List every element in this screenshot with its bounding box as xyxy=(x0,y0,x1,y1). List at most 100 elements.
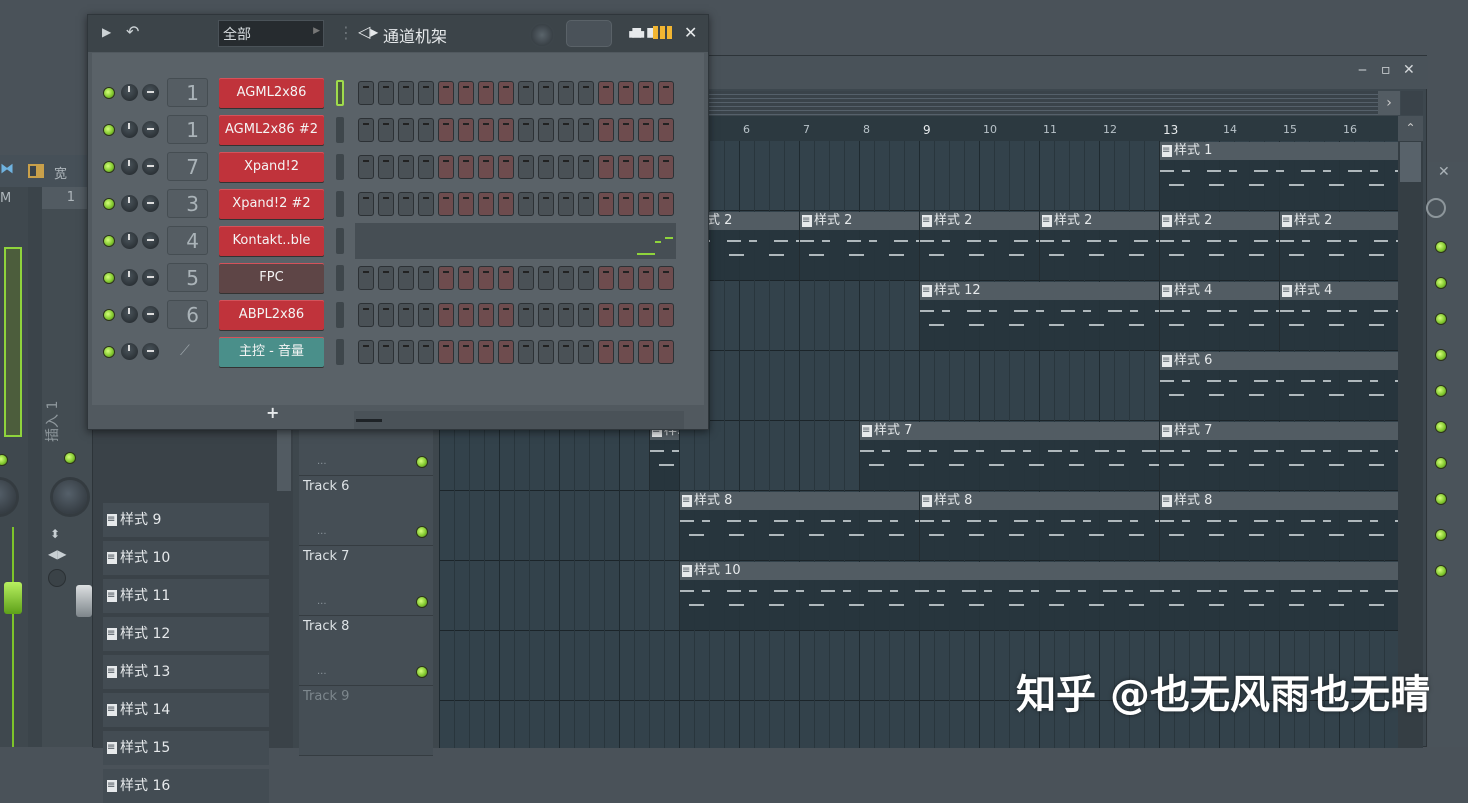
step-button[interactable] xyxy=(458,340,474,364)
step-button[interactable] xyxy=(358,303,374,327)
channel-name-button[interactable]: FPC xyxy=(219,263,324,293)
step-button[interactable] xyxy=(538,266,554,290)
channel-name-button[interactable]: ABPL2x86 xyxy=(219,300,324,330)
step-button[interactable] xyxy=(378,303,394,327)
playlist-clip[interactable]: 样式 12 xyxy=(919,282,1159,350)
step-button[interactable] xyxy=(558,155,574,179)
track-mute-led[interactable] xyxy=(417,527,427,537)
playlist-clip[interactable]: 样式 8 xyxy=(679,492,919,560)
channel-name-button[interactable]: Kontakt..ble x86 xyxy=(219,226,324,278)
step-button[interactable] xyxy=(358,81,374,105)
channel-pan-knob[interactable] xyxy=(142,269,159,286)
step-button[interactable] xyxy=(578,266,594,290)
swing-knob[interactable] xyxy=(529,22,555,48)
send-enable-led[interactable] xyxy=(1436,314,1446,324)
channel-name-button[interactable]: 主控 - 音量 xyxy=(219,337,324,367)
step-button[interactable] xyxy=(478,155,494,179)
clock-icon[interactable] xyxy=(1426,198,1446,218)
step-button[interactable] xyxy=(598,340,614,364)
send-enable-led[interactable] xyxy=(1436,530,1446,540)
step-button[interactable] xyxy=(378,155,394,179)
mixer-track-selector[interactable]: 6 xyxy=(167,300,208,329)
step-button[interactable] xyxy=(558,81,574,105)
step-button[interactable] xyxy=(418,266,434,290)
channel-select-indicator[interactable] xyxy=(336,302,344,328)
step-button[interactable] xyxy=(478,192,494,216)
channel-pan-knob[interactable] xyxy=(142,121,159,138)
track-header[interactable]: Track 7... xyxy=(299,546,433,616)
step-button[interactable] xyxy=(558,303,574,327)
step-button[interactable] xyxy=(598,118,614,142)
playlist-clip[interactable]: 样式 10 xyxy=(679,562,1398,630)
step-sequencer-icon[interactable] xyxy=(653,26,673,39)
channel-volume-knob[interactable] xyxy=(121,121,138,138)
send-enable-led[interactable] xyxy=(1436,386,1446,396)
channel-volume-knob[interactable] xyxy=(121,269,138,286)
master-fader-handle[interactable] xyxy=(4,582,22,614)
channel-mute-led[interactable] xyxy=(104,199,114,209)
step-button[interactable] xyxy=(398,155,414,179)
send-enable-led[interactable] xyxy=(1436,566,1446,576)
step-button[interactable] xyxy=(498,303,514,327)
channel-volume-knob[interactable] xyxy=(121,84,138,101)
step-button[interactable] xyxy=(498,340,514,364)
step-button[interactable] xyxy=(398,340,414,364)
send-enable-led[interactable] xyxy=(1436,278,1446,288)
step-button[interactable] xyxy=(598,155,614,179)
step-button[interactable] xyxy=(378,81,394,105)
step-button[interactable] xyxy=(378,118,394,142)
step-button[interactable] xyxy=(478,81,494,105)
step-button[interactable] xyxy=(538,118,554,142)
pattern-item[interactable]: 样式 11 xyxy=(103,579,269,613)
channel-mute-led[interactable] xyxy=(104,162,114,172)
channel-volume-knob[interactable] xyxy=(121,232,138,249)
vertical-scrollbar[interactable] xyxy=(1398,116,1423,748)
channel-select-indicator[interactable] xyxy=(336,265,344,291)
step-button[interactable] xyxy=(378,192,394,216)
step-button[interactable] xyxy=(398,118,414,142)
step-button[interactable] xyxy=(638,266,654,290)
step-button[interactable] xyxy=(498,266,514,290)
play-arrow-icon[interactable]: ▶ xyxy=(102,25,111,39)
playlist-clip[interactable]: 样式 2 xyxy=(1039,212,1159,280)
step-button[interactable] xyxy=(518,303,534,327)
step-button[interactable] xyxy=(518,340,534,364)
zoom-handle[interactable] xyxy=(1401,91,1423,115)
pattern-item[interactable]: 样式 12 xyxy=(103,617,269,651)
insert-fader-handle[interactable] xyxy=(76,585,92,617)
step-button[interactable] xyxy=(658,155,674,179)
close-button[interactable]: ✕ xyxy=(1403,62,1415,78)
channel-select-indicator[interactable] xyxy=(336,154,344,180)
step-button[interactable] xyxy=(438,340,454,364)
step-button[interactable] xyxy=(418,192,434,216)
step-button[interactable] xyxy=(558,340,574,364)
channel-name-button[interactable]: Xpand!2 #2 xyxy=(219,189,324,219)
channel-select-indicator[interactable] xyxy=(336,191,344,217)
step-button[interactable] xyxy=(538,155,554,179)
channel-pan-knob[interactable] xyxy=(142,158,159,175)
undo-icon[interactable]: ↶ xyxy=(126,22,139,41)
scroll-up-arrow-icon[interactable]: ⌃ xyxy=(1398,116,1423,141)
step-button[interactable] xyxy=(598,303,614,327)
step-button[interactable] xyxy=(598,81,614,105)
step-button[interactable] xyxy=(578,118,594,142)
link-icon[interactable]: ⧓ xyxy=(0,161,14,177)
step-button[interactable] xyxy=(578,340,594,364)
drag-handle-icon[interactable]: ⋮ xyxy=(338,23,354,42)
step-button[interactable] xyxy=(658,81,674,105)
step-button[interactable] xyxy=(438,155,454,179)
step-button[interactable] xyxy=(438,81,454,105)
piano-roll-preview[interactable] xyxy=(355,223,676,259)
master-enable-led[interactable] xyxy=(0,455,7,465)
channel-volume-knob[interactable] xyxy=(121,195,138,212)
step-button[interactable] xyxy=(638,81,654,105)
send-enable-led[interactable] xyxy=(1436,350,1446,360)
channel-filter-select[interactable]: 全部 ▶ xyxy=(218,20,324,47)
step-button[interactable] xyxy=(458,192,474,216)
step-button[interactable] xyxy=(618,303,634,327)
mixer-track-selector[interactable]: 1 xyxy=(167,115,208,144)
step-button[interactable] xyxy=(658,340,674,364)
minimize-button[interactable]: ‒ xyxy=(1358,62,1367,78)
step-button[interactable] xyxy=(478,118,494,142)
step-button[interactable] xyxy=(618,118,634,142)
